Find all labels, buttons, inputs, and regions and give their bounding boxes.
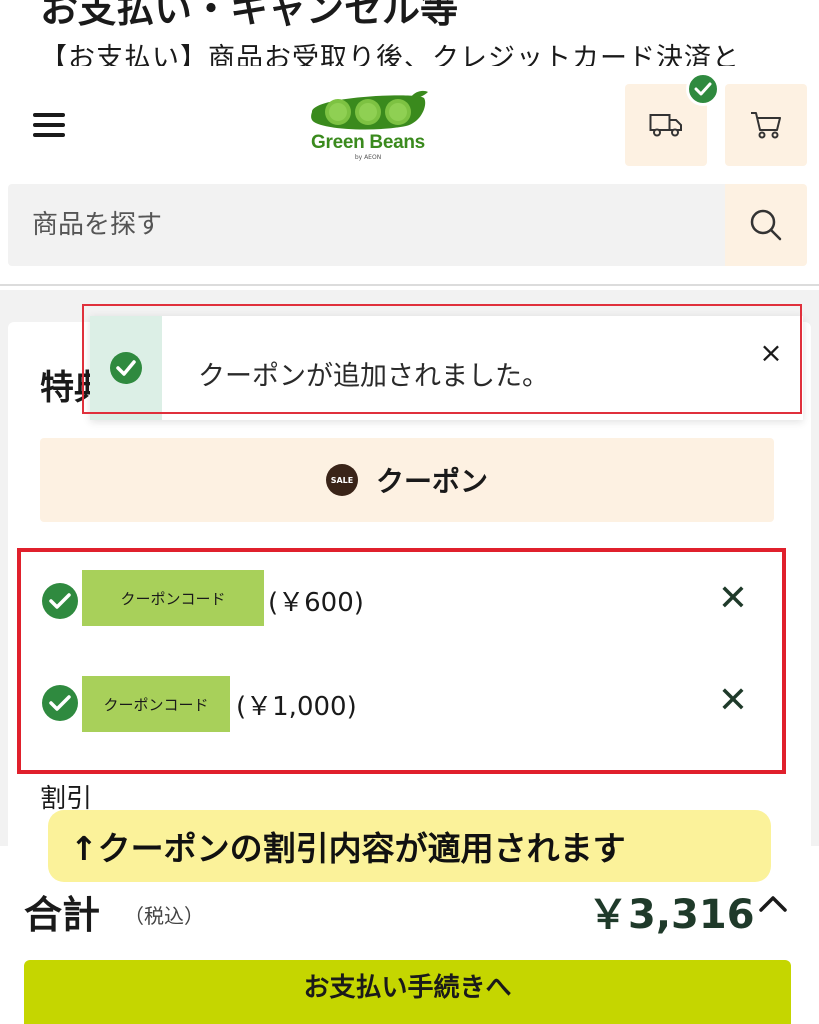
section-heading: お支払い・キャンセル等	[40, 0, 459, 31]
search-bar	[8, 184, 725, 266]
toast-icon-area	[90, 316, 162, 420]
total-label: 合計	[24, 893, 101, 937]
chevron-up-icon[interactable]	[756, 888, 790, 918]
total-amount: ￥3,316	[588, 892, 755, 938]
sale-icon: SALE	[325, 464, 358, 496]
hamburger-menu-icon[interactable]	[33, 113, 65, 139]
coupon-item: クーポンコード (￥1,000) ✕	[42, 672, 782, 732]
toast-message: クーポンが追加されました。	[198, 361, 549, 392]
search-input[interactable]	[8, 184, 725, 266]
coupon-code: クーポンコード	[82, 676, 230, 732]
green-beans-logo[interactable]: Green Beans by AEON	[306, 88, 430, 164]
check-circle-icon	[42, 685, 78, 721]
header-divider	[0, 284, 819, 286]
peapod-logo-icon	[311, 90, 428, 130]
shopping-cart-icon	[751, 112, 781, 139]
check-circle-icon	[110, 352, 142, 384]
remove-coupon-button[interactable]: ✕	[714, 580, 752, 618]
coupon-item: クーポンコード (￥600) ✕	[42, 570, 782, 630]
remove-coupon-button[interactable]: ✕	[714, 682, 752, 720]
toast-close-button[interactable]: ×	[756, 338, 786, 368]
checkout-button[interactable]: お支払い手続きへ	[24, 960, 791, 1024]
coupon-button[interactable]: SALE クーポン	[40, 438, 774, 522]
coupon-code: クーポンコード	[82, 570, 264, 626]
check-circle-icon	[42, 583, 78, 619]
tax-note: （税込）	[124, 904, 204, 928]
coupon-amount: (￥600)	[268, 588, 364, 618]
search-icon	[750, 209, 782, 241]
check-icon	[686, 72, 720, 106]
cart-button[interactable]	[725, 84, 807, 166]
delivery-truck-icon	[649, 114, 682, 137]
annotation-callout: ↑クーポンの割引内容が適用されます	[48, 810, 771, 882]
logo-text: Green Beans	[311, 132, 425, 153]
coupon-amount: (￥1,000)	[236, 692, 357, 722]
search-button[interactable]	[725, 184, 807, 266]
logo-subtext: by AEON	[354, 154, 382, 161]
coupon-button-label: クーポン	[375, 465, 488, 498]
